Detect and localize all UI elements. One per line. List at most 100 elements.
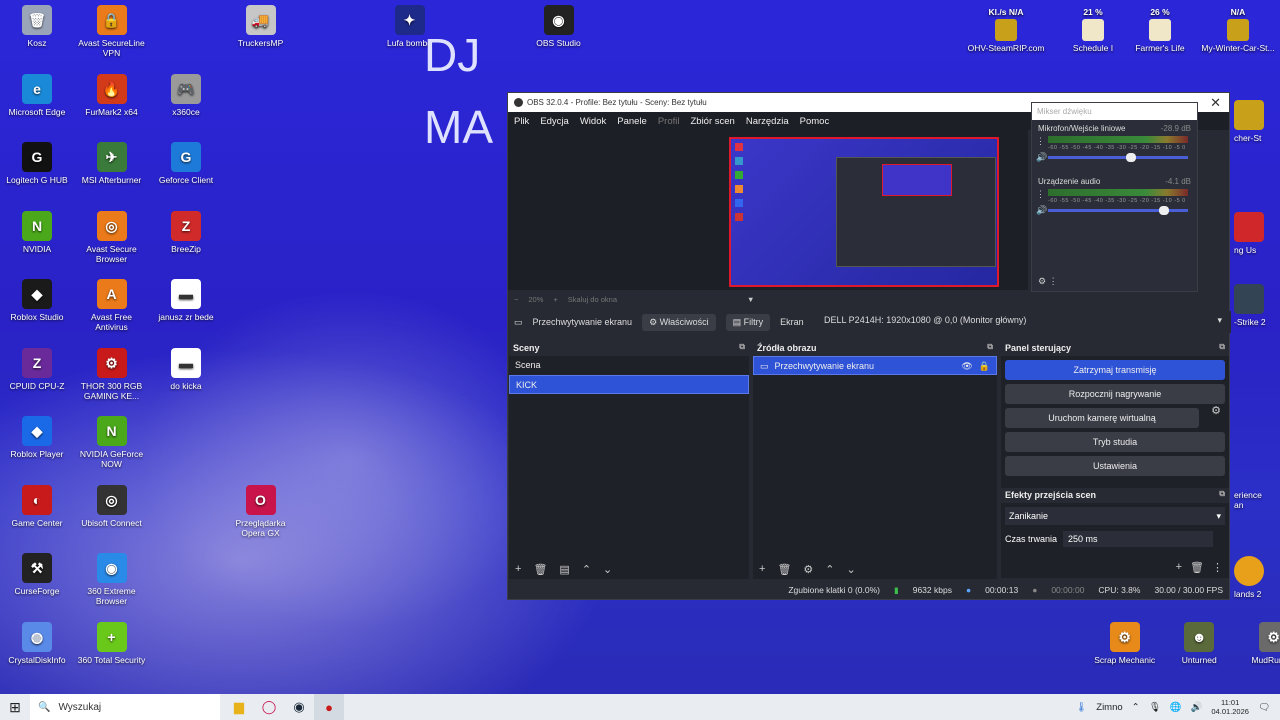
arrow-down-icon[interactable]: ⌄ xyxy=(847,563,856,576)
slider-knob[interactable] xyxy=(1126,153,1136,162)
volume-icon[interactable]: 🔊 xyxy=(1191,702,1203,713)
desktop-icon[interactable]: 🔥 FurMark2 x64 xyxy=(75,73,149,117)
desktop-icon[interactable]: ☻ Unturned xyxy=(1162,621,1236,665)
gear-icon[interactable]: ⚙ xyxy=(803,563,813,576)
lock-icon[interactable]: 🔒 xyxy=(979,361,990,371)
popout-icon[interactable]: ⧉ xyxy=(1219,342,1225,352)
menu-widok[interactable]: Widok xyxy=(580,116,606,127)
desktop-icon[interactable]: Z BreeZip xyxy=(149,210,223,254)
chevron-up-icon[interactable]: ⌃ xyxy=(1132,702,1140,713)
popout-icon[interactable]: ⧉ xyxy=(1219,489,1225,499)
desktop-icon[interactable]: N NVIDIA GeForce NOW xyxy=(75,416,149,469)
desktop-icon[interactable]: 🗑 Kosz xyxy=(0,5,74,48)
desktop-icon-partial[interactable]: erience an xyxy=(1234,490,1280,510)
desktop-icon[interactable]: 🔒 Avast SecureLine VPN xyxy=(75,5,149,58)
desktop-icon[interactable]: ◍ CrystalDiskInfo xyxy=(0,621,74,665)
properties-button[interactable]: ⚙ Właściwości xyxy=(642,313,716,331)
volume-slider[interactable] xyxy=(1048,206,1188,215)
kebab-icon[interactable]: ⋮ xyxy=(1036,189,1045,200)
desktop-icon[interactable]: ⚙ MudRunner xyxy=(1237,621,1280,665)
trash-icon[interactable]: 🗑 xyxy=(1190,561,1204,574)
menu-edycja[interactable]: Edycja xyxy=(540,116,569,127)
scene-item[interactable]: Scena xyxy=(509,356,749,375)
desktop-icon[interactable]: ✈ MSI Afterburner xyxy=(75,142,149,185)
scale-mode[interactable]: Skaluj do okna xyxy=(568,295,617,304)
search-box[interactable]: 🔍 Wyszukaj xyxy=(30,694,220,720)
preview-area[interactable] xyxy=(508,130,1028,290)
desktop-icon[interactable]: ◎ Avast Secure Browser xyxy=(75,210,149,264)
gear-icon[interactable]: ⚙ xyxy=(1211,404,1221,417)
desktop-icon[interactable]: A Avast Free Antivirus xyxy=(75,279,149,332)
settings-button[interactable]: Ustawienia xyxy=(1005,456,1225,476)
desktop-icon[interactable]: N NVIDIA xyxy=(0,210,74,254)
menu-panele[interactable]: Panele xyxy=(617,116,647,127)
popout-icon[interactable]: ⧉ xyxy=(739,342,745,352)
desktop-icon[interactable]: Z CPUID CPU-Z xyxy=(0,347,74,391)
desktop-icon[interactable]: G Geforce Client xyxy=(149,142,223,185)
desktop-icon[interactable]: ▬ janusz zr bede xyxy=(149,279,223,322)
desktop-icon-partial[interactable]: ng Us xyxy=(1234,212,1280,255)
desktop-icon-schedule[interactable]: 21 % Schedule I xyxy=(1058,7,1128,53)
add-icon[interactable]: + xyxy=(759,563,765,575)
file-explorer-icon[interactable]: ▆ xyxy=(224,694,254,720)
add-icon[interactable]: + xyxy=(515,563,521,575)
transition-select[interactable]: Zanikanie ▾ xyxy=(1005,507,1225,525)
trash-icon[interactable]: 🗑 xyxy=(533,563,547,576)
volume-slider[interactable] xyxy=(1048,153,1188,162)
windows-start-icon[interactable]: ⊞ xyxy=(0,699,30,716)
zoom-out-icon[interactable]: − xyxy=(514,295,518,304)
duration-input[interactable]: 250 ms xyxy=(1063,531,1214,547)
notification-icon[interactable]: 🗨 xyxy=(1258,702,1270,713)
desktop-icon[interactable]: 🚚 TruckersMP xyxy=(224,5,298,48)
desktop-icon-ohv[interactable]: Kl./s N/A OHV-SteamRIP.com xyxy=(956,7,1056,53)
desktop-icon-partial[interactable]: -Strike 2 xyxy=(1234,284,1280,327)
trash-icon[interactable]: 🗑 xyxy=(777,563,791,576)
kebab-icon[interactable]: ⋮ xyxy=(1212,561,1223,574)
desktop-icon-partial[interactable]: lands 2 xyxy=(1234,556,1280,599)
weather-label[interactable]: Zimno xyxy=(1096,702,1122,713)
kebab-icon[interactable]: ⋮ xyxy=(1036,136,1045,147)
desktop-icon[interactable]: ◆ Roblox Studio xyxy=(0,279,74,322)
virtual-camera-button[interactable]: Uruchom kamerę wirtualną xyxy=(1005,408,1199,428)
scene-item-active[interactable]: KICK xyxy=(509,375,749,394)
add-icon[interactable]: + xyxy=(1176,561,1182,574)
network-icon[interactable]: 🌐 xyxy=(1170,702,1182,713)
desktop-icon-partial[interactable]: cher-St xyxy=(1234,100,1280,143)
speaker-icon[interactable]: 🔊 xyxy=(1036,205,1047,216)
monitor-select[interactable]: DELL P2414H: 1920x1080 @ 0,0 (Monitor gł… xyxy=(824,315,1222,329)
eye-icon[interactable]: 👁 xyxy=(961,361,972,371)
filter-icon[interactable]: ▤ xyxy=(559,563,569,576)
desktop-icon-farmer[interactable]: 26 % Farmer's Life xyxy=(1125,7,1195,53)
chevron-down-icon[interactable]: ▼ xyxy=(747,295,754,304)
desktop-icon[interactable]: ⚒ CurseForge xyxy=(0,553,74,596)
microphone-icon[interactable]: 🎙 xyxy=(1149,702,1161,713)
menu-narzedzia[interactable]: Narzędzia xyxy=(746,116,789,127)
steam-icon[interactable]: ◉ xyxy=(284,694,314,720)
desktop-icon[interactable]: 🎮 x360ce xyxy=(149,73,223,117)
desktop-icon[interactable]: ⚙ Scrap Mechanic xyxy=(1088,621,1162,665)
source-item[interactable]: ▭ Przechwytywanie ekranu 👁 🔒 xyxy=(753,356,997,375)
desktop-icon[interactable]: +360 Total Security xyxy=(75,621,149,665)
desktop-icon[interactable]: ⚙ THOR 300 RGB GAMING KE... xyxy=(75,347,149,401)
obs-window[interactable]: OBS 32.0.4 - Profile: Bez tytułu - Sceny… xyxy=(507,92,1231,600)
desktop-icon[interactable]: e Microsoft Edge xyxy=(0,73,74,117)
arrow-down-icon[interactable]: ⌄ xyxy=(603,563,612,576)
speaker-icon[interactable]: 🔊 xyxy=(1036,152,1047,163)
opera-gx-icon[interactable]: ◯ xyxy=(254,694,284,720)
desktop-icon[interactable]: G Logitech G HUB xyxy=(0,142,74,185)
arrow-up-icon[interactable]: ⌃ xyxy=(582,563,591,576)
mixer-settings-icon[interactable]: ⚙ ⋮ xyxy=(1038,276,1058,287)
filters-button[interactable]: ▤ Filtry xyxy=(725,313,771,331)
clock[interactable]: 11:01 04.01.2026 xyxy=(1211,698,1249,716)
start-recording-button[interactable]: Rozpocznij nagrywanie xyxy=(1005,384,1225,404)
preview-canvas[interactable] xyxy=(729,137,999,287)
studio-mode-button[interactable]: Tryb studia xyxy=(1005,432,1225,452)
desktop-icon[interactable]: ◎ Ubisoft Connect xyxy=(75,484,149,528)
zoom-in-icon[interactable]: + xyxy=(553,295,557,304)
desktop-icon[interactable]: ◆ Roblox Player xyxy=(0,416,74,459)
close-icon[interactable]: ✕ xyxy=(1210,95,1221,111)
desktop-icon[interactable]: ◐ Game Center xyxy=(0,484,74,528)
popout-icon[interactable]: ⧉ xyxy=(987,342,993,352)
menu-zbior-scen[interactable]: Zbiór scen xyxy=(690,116,734,127)
slider-knob[interactable] xyxy=(1158,206,1169,215)
